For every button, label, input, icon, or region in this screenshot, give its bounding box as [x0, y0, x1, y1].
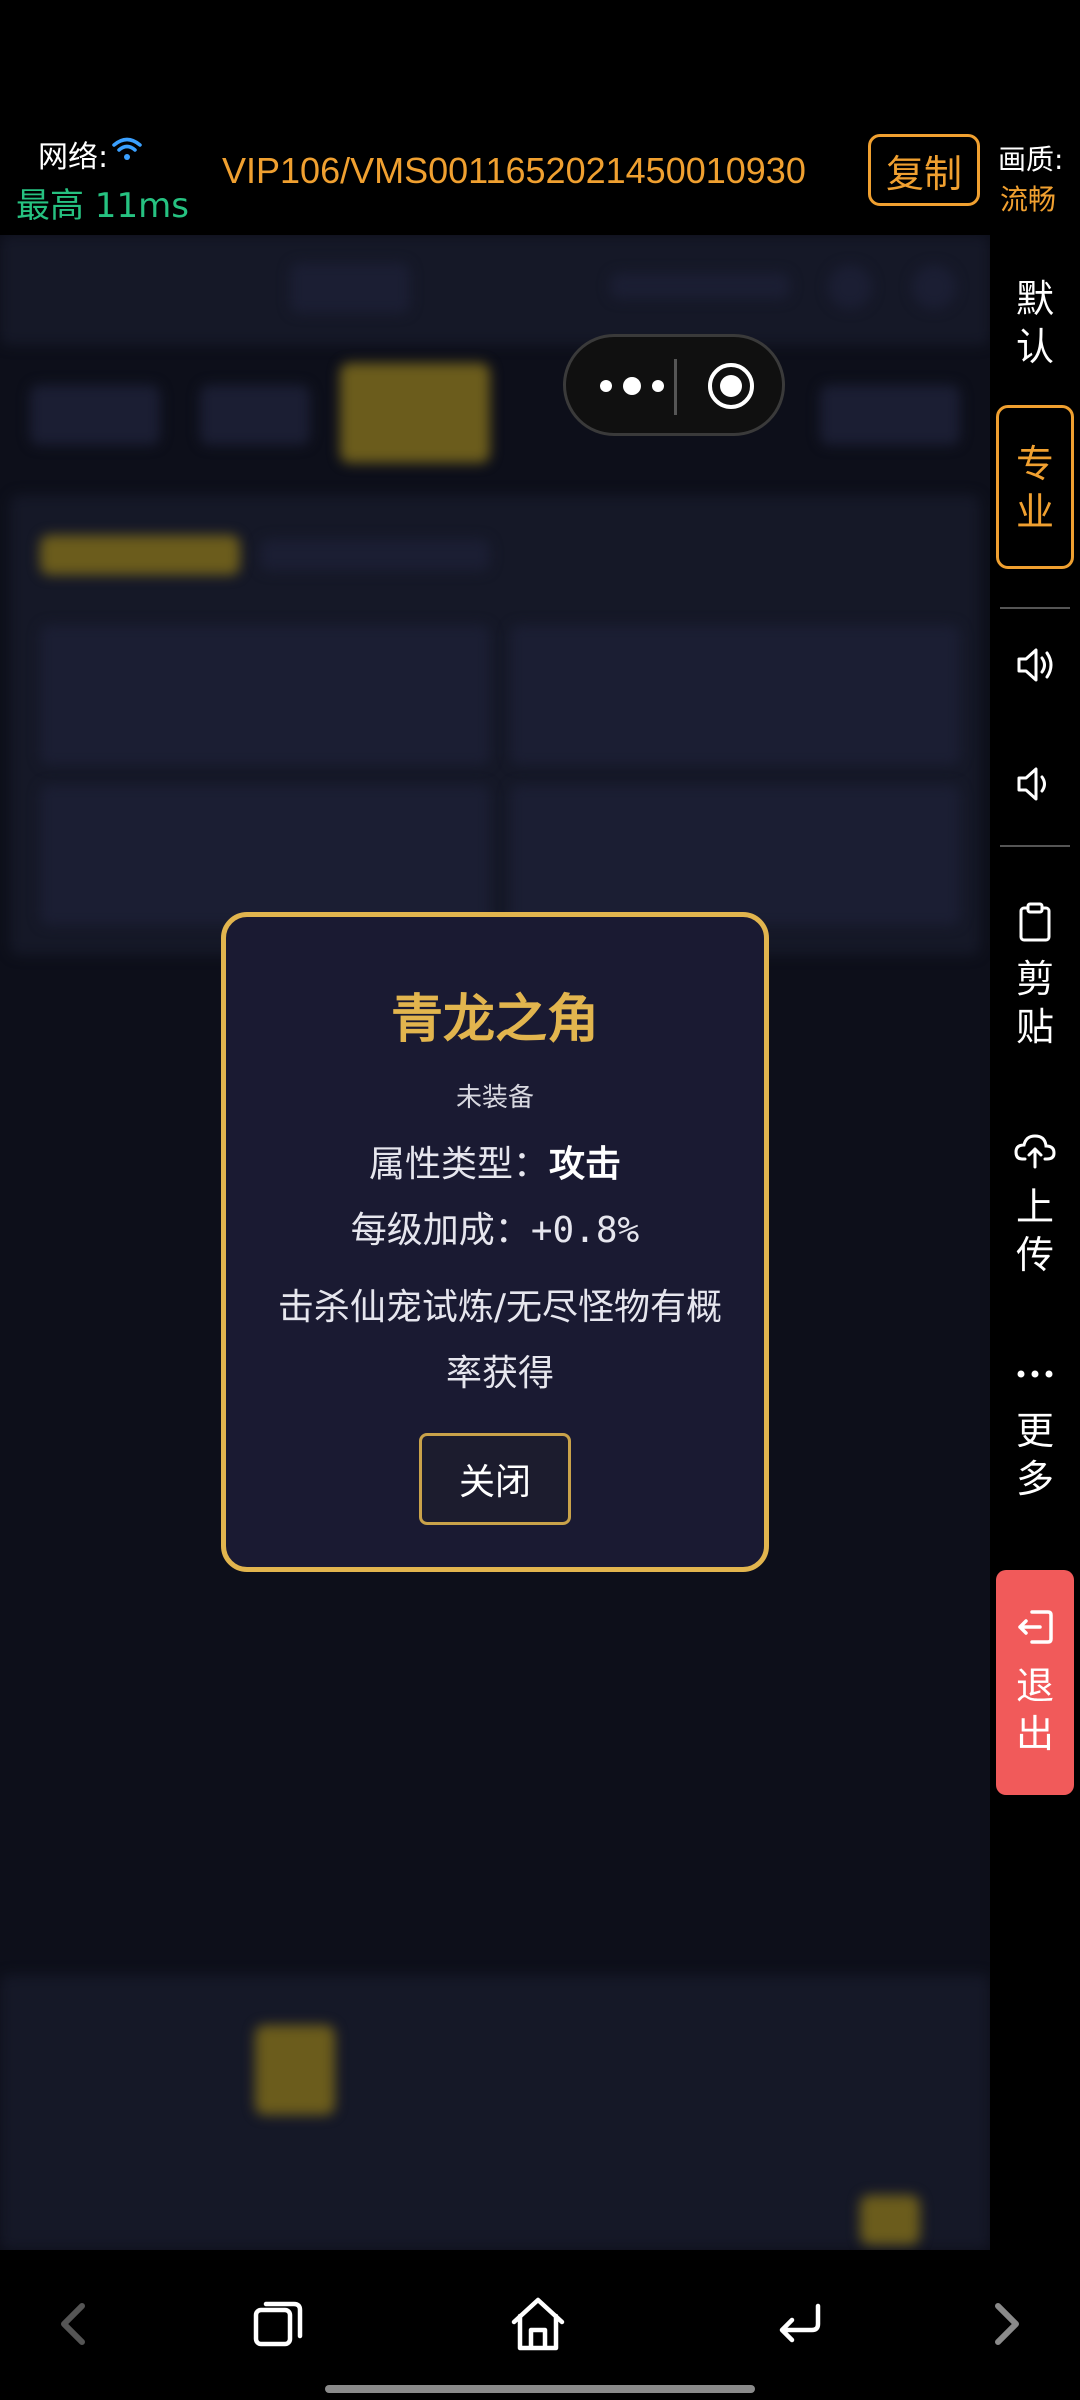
quality-value[interactable]: 流畅 [1000, 178, 1056, 218]
exit-icon [1018, 1610, 1053, 1644]
blurred-tab [820, 385, 960, 445]
blurred-logo [290, 263, 410, 313]
blurred-header-info [610, 273, 790, 299]
volume-up-icon[interactable] [1014, 644, 1056, 686]
blurred-card [40, 625, 490, 765]
bonus-label: 每级加成： [350, 1210, 531, 1251]
network-label: 网络: [38, 140, 109, 175]
blurred-header-icon [912, 265, 956, 309]
miniprogram-capsule [563, 334, 785, 436]
blurred-bottom-icon [255, 2025, 335, 2115]
close-button[interactable]: 关闭 [419, 1433, 571, 1525]
equip-status: 未装备 [455, 1083, 534, 1113]
upload-button[interactable]: 上传 [990, 1183, 1080, 1279]
attribute-type: 属性类型：攻击 [226, 1135, 764, 1187]
home-indicator[interactable] [325, 2385, 755, 2393]
blurred-tab [30, 385, 160, 445]
level-bonus: 每级加成：+0.8% [226, 1201, 764, 1253]
blurred-bottom-menu [0, 1975, 990, 2250]
right-toolbar: 默认 专业 剪贴 上传 更多 退出 [990, 235, 1080, 2250]
pro-mode-button[interactable]: 专业 [996, 405, 1074, 569]
record-icon[interactable] [706, 361, 756, 411]
blurred-header-icon [828, 265, 872, 309]
cloud-upload-icon[interactable] [1014, 1129, 1056, 1171]
top-status-bar: 网络: 最高 11ms VIP106/VMS001165202145001093… [0, 0, 1080, 235]
recents-icon[interactable] [248, 2294, 308, 2354]
toolbar-divider [1000, 607, 1070, 609]
item-title: 青龙之角 [390, 990, 599, 1050]
attribute-label: 属性类型： [368, 1144, 549, 1185]
item-info-dialog: 青龙之角 未装备 属性类型：攻击 每级加成：+0.8% 击杀仙宠试炼/无尽怪物有… [221, 912, 769, 1572]
blurred-card [40, 785, 490, 925]
chevron-left-icon[interactable] [44, 2294, 104, 2354]
blurred-card [510, 785, 960, 925]
volume-down-icon[interactable] [1014, 763, 1056, 805]
ellipsis-icon[interactable] [1014, 1353, 1056, 1395]
chevron-right-icon[interactable] [976, 2294, 1036, 2354]
paste-button[interactable]: 剪贴 [990, 955, 1080, 1051]
blurred-panel-title [40, 535, 240, 575]
exit-button[interactable]: 退出 [996, 1570, 1074, 1795]
item-description: 击杀仙宠试炼/无尽怪物有概率获得 [277, 1287, 723, 1394]
default-mode-button[interactable]: 默认 [990, 275, 1080, 371]
latency-readout: 最高 11ms [16, 186, 189, 226]
exit-label: 退出 [1016, 1664, 1055, 1756]
wifi-icon [112, 137, 142, 160]
capsule-divider [674, 359, 677, 415]
more-button[interactable]: 更多 [990, 1407, 1080, 1503]
system-nav-bar [0, 2250, 1080, 2400]
quality-label: 画质: [998, 143, 1064, 176]
blurred-tab [200, 385, 310, 445]
blurred-card [510, 625, 960, 765]
toolbar-divider [1000, 845, 1070, 847]
copy-button[interactable]: 复制 [868, 134, 980, 206]
return-icon[interactable] [770, 2294, 830, 2354]
bonus-value: +0.8% [530, 1210, 640, 1251]
more-dots-icon[interactable] [592, 371, 672, 401]
session-id: VIP106/VMS0011652021450010930 [222, 150, 806, 191]
clipboard-icon[interactable] [1014, 901, 1056, 943]
blurred-bottom-icon [860, 2195, 920, 2245]
attribute-value: 攻击 [549, 1144, 622, 1185]
blurred-panel-subtitle [260, 539, 490, 571]
home-icon[interactable] [508, 2294, 568, 2354]
blurred-tab-active [340, 363, 490, 463]
